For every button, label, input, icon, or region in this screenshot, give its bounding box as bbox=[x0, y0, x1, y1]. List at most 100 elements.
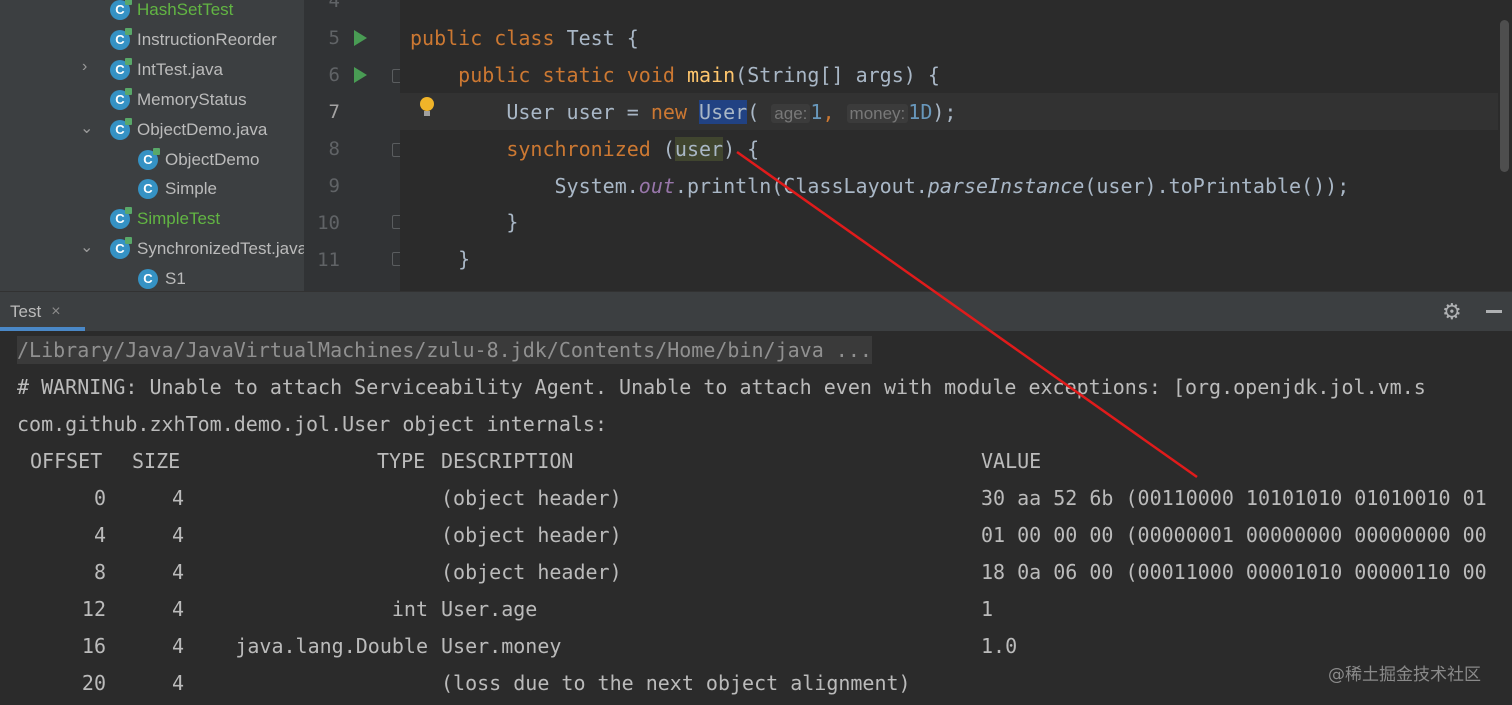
line-number-current: 7 bbox=[328, 101, 340, 123]
user-constructor-highlight: User bbox=[699, 100, 748, 124]
size-cell: 4 bbox=[171, 671, 184, 695]
description-cell: User.money bbox=[441, 634, 562, 658]
code-line-8: synchronized (user) { bbox=[506, 137, 760, 161]
tree-item-label: HashSetTest bbox=[137, 0, 234, 19]
line-number: 6 bbox=[328, 64, 340, 86]
line-number: 11 bbox=[317, 249, 340, 271]
tree-item-label: SimpleTest bbox=[137, 209, 221, 228]
chevron-right-icon[interactable]: › bbox=[82, 58, 87, 76]
run-class-icon[interactable] bbox=[354, 30, 367, 46]
column-offset: OFFSET bbox=[30, 449, 103, 473]
run-main-icon[interactable] bbox=[354, 67, 367, 83]
tree-item[interactable]: C ObjectDemo bbox=[138, 145, 259, 175]
value-cell: 30 aa 52 6b (00110000 10101010 01010010 … bbox=[981, 486, 1487, 510]
column-description: DESCRIPTION bbox=[441, 449, 574, 473]
value-cell: 1 bbox=[981, 597, 994, 621]
column-type: TYPE bbox=[377, 449, 426, 473]
description-cell: (loss due to the next object alignment) bbox=[441, 671, 911, 695]
gear-icon[interactable]: ⚙ bbox=[1442, 299, 1462, 325]
param-hint-age: age: bbox=[771, 104, 811, 123]
tree-item[interactable]: C S1 bbox=[138, 264, 186, 291]
java-class-icon: C bbox=[110, 0, 132, 20]
java-class-icon: C bbox=[110, 237, 132, 259]
tab-label: Test bbox=[10, 301, 42, 321]
user-variable-highlight: user bbox=[674, 137, 724, 161]
java-class-icon: C bbox=[110, 207, 132, 229]
project-tree: C HashSetTest C InstructionReorder › C IntTest… bbox=[0, 0, 304, 291]
code-editor[interactable]: public class Test { public static void m… bbox=[400, 0, 1498, 291]
tree-item-label: ObjectDemo bbox=[165, 150, 260, 169]
tree-item-label: S1 bbox=[165, 269, 186, 288]
size-cell: 4 bbox=[171, 597, 184, 621]
java-class-icon: C bbox=[110, 118, 132, 140]
tree-item[interactable]: C MemoryStatus bbox=[110, 85, 247, 115]
code-line-10: } bbox=[506, 210, 519, 234]
tree-item-label: IntTest.java bbox=[137, 60, 223, 79]
value-cell: 01 00 00 00 (00000001 00000000 00000000 … bbox=[981, 523, 1487, 547]
line-number: 10 bbox=[317, 212, 340, 234]
tree-item-label: ObjectDemo.java bbox=[137, 120, 268, 139]
type-cell: int bbox=[391, 597, 428, 621]
run-console[interactable]: /Library/Java/JavaVirtualMachines/zulu-8… bbox=[0, 331, 1512, 705]
size-cell: 4 bbox=[171, 560, 184, 584]
minimize-icon[interactable] bbox=[1486, 310, 1502, 313]
tree-item[interactable]: C InstructionReorder bbox=[110, 25, 277, 55]
java-class-icon: C bbox=[138, 179, 158, 199]
line-number: 9 bbox=[328, 175, 340, 197]
tree-item-label: InstructionReorder bbox=[137, 30, 277, 49]
tree-item[interactable]: C HashSetTest bbox=[110, 0, 233, 25]
param-hint-money: money: bbox=[846, 104, 909, 123]
size-cell: 4 bbox=[171, 634, 184, 658]
tree-item-label: SynchronizedTest.java bbox=[137, 239, 304, 258]
code-line-7: User user = new User( age: 1, money: 1D); bbox=[506, 100, 957, 124]
console-command-line[interactable]: /Library/Java/JavaVirtualMachines/zulu-8… bbox=[17, 336, 872, 364]
run-tool-window-header: Test × ⚙ bbox=[0, 291, 1512, 331]
offset-cell: 0 bbox=[93, 486, 106, 510]
code-line-5: public class Test { bbox=[410, 26, 639, 50]
value-cell: 1.0 bbox=[981, 634, 1018, 658]
console-object-header: com.github.zxhTom.demo.jol.User object i… bbox=[17, 412, 608, 436]
offset-cell: 8 bbox=[93, 560, 106, 584]
watermark: @稀土掘金技术社区 bbox=[1328, 665, 1481, 685]
tree-item[interactable]: C ObjectDemo.java bbox=[110, 115, 267, 145]
tree-item[interactable]: C IntTest.java bbox=[110, 55, 223, 85]
console-warning: # WARNING: Unable to attach Serviceabili… bbox=[17, 375, 1426, 399]
line-number: 4 bbox=[328, 0, 340, 12]
tree-item[interactable]: C Simple bbox=[138, 174, 217, 204]
description-cell: (object header) bbox=[441, 523, 622, 547]
type-cell: java.lang.Double bbox=[235, 634, 428, 658]
offset-cell: 16 bbox=[81, 634, 106, 658]
column-value: VALUE bbox=[981, 449, 1042, 473]
tree-item[interactable]: C SynchronizedTest.java bbox=[110, 234, 304, 264]
java-class-icon: C bbox=[110, 28, 132, 50]
tree-item-label: Simple bbox=[165, 179, 217, 198]
tree-item[interactable]: C SimpleTest bbox=[110, 204, 220, 234]
description-cell: User.age bbox=[441, 597, 538, 621]
chevron-down-icon[interactable]: ⌄ bbox=[80, 237, 93, 257]
line-number: 8 bbox=[328, 138, 340, 160]
value-cell: 18 0a 06 00 (00011000 00001010 00000110 … bbox=[981, 560, 1487, 584]
code-line-6: public static void main(String[] args) { bbox=[458, 63, 940, 87]
size-cell: 4 bbox=[171, 486, 184, 510]
code-line-11: } bbox=[458, 247, 471, 271]
chevron-down-icon[interactable]: ⌄ bbox=[80, 118, 93, 138]
editor-scrollbar[interactable] bbox=[1498, 0, 1512, 291]
java-class-icon: C bbox=[138, 148, 160, 170]
tree-item-label: MemoryStatus bbox=[137, 90, 247, 109]
offset-cell: 4 bbox=[93, 523, 106, 547]
tab-test[interactable]: Test × bbox=[0, 292, 71, 331]
editor-gutter: 4 5 6 7 8 9 10 11 bbox=[304, 0, 406, 291]
java-class-icon: C bbox=[110, 88, 132, 110]
description-cell: (object header) bbox=[441, 486, 622, 510]
size-cell: 4 bbox=[171, 523, 184, 547]
java-class-icon: C bbox=[110, 58, 132, 80]
java-class-icon: C bbox=[138, 269, 158, 289]
scrollbar-thumb[interactable] bbox=[1500, 20, 1509, 172]
offset-cell: 20 bbox=[81, 671, 106, 695]
column-size: SIZE bbox=[132, 449, 181, 473]
line-number: 5 bbox=[328, 27, 340, 49]
offset-cell: 12 bbox=[81, 597, 106, 621]
description-cell: (object header) bbox=[441, 560, 622, 584]
close-icon[interactable]: × bbox=[51, 303, 60, 321]
code-line-9: System.out.println(ClassLayout.parseInst… bbox=[554, 174, 1350, 198]
